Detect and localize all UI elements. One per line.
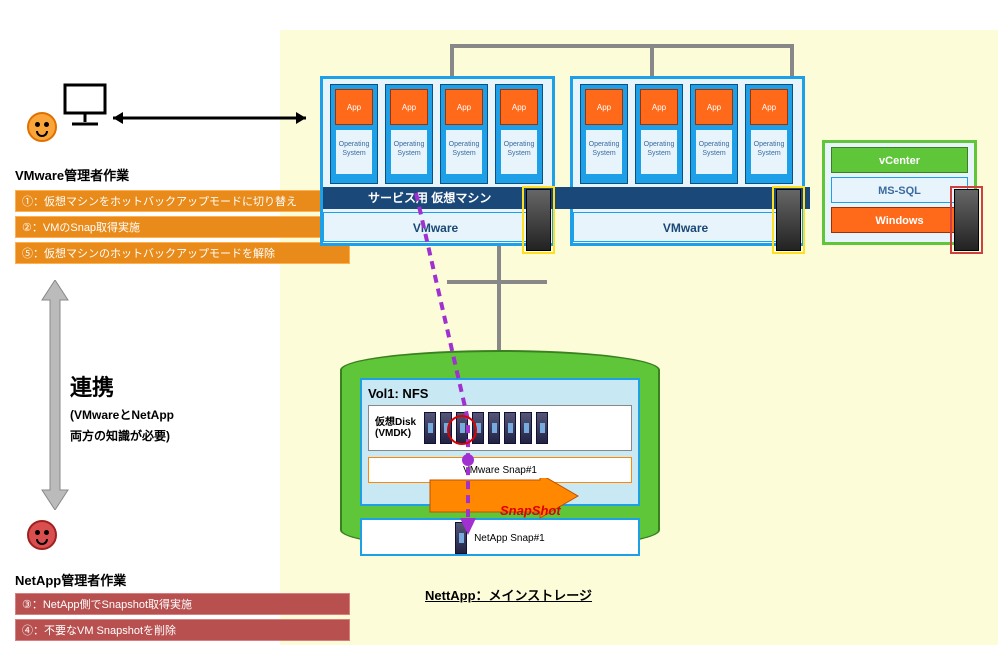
cooperation-arrow [40, 280, 70, 515]
task-2: ②：VMのSnap取得実施 [15, 216, 350, 238]
disk-icon [504, 412, 516, 444]
disk-icon [536, 412, 548, 444]
cooperation-sub2: 両方の知識が必要) [70, 427, 174, 444]
server-icon [526, 189, 551, 251]
admin-arrow [58, 108, 308, 143]
task-1: ①：仮想マシンをホットバックアップモードに切り替え [15, 190, 350, 212]
bus-line [790, 44, 794, 76]
netapp-admin-icon [27, 520, 57, 550]
vm: AppOperatingSystem [495, 84, 543, 184]
vmware-admin-label: VMware管理者作業 [15, 165, 129, 184]
vcenter-label: vCenter [831, 147, 968, 173]
dashed-arrow [413, 190, 493, 555]
server-icon [954, 189, 979, 251]
bus-line [450, 44, 454, 76]
task-5: ⑤：仮想マシンのホットバックアップモードを解除 [15, 242, 350, 264]
vm: AppOperatingSystem [385, 84, 433, 184]
bus-line [450, 44, 790, 48]
vm: AppOperatingSystem [745, 84, 793, 184]
storage-label: NettApp：メインストレージ [425, 585, 592, 604]
task-3: ③：NetApp側でSnapshot取得実施 [15, 593, 350, 615]
mssql-label: MS-SQL [831, 177, 968, 203]
bus-line [650, 44, 654, 76]
cooperation-main: 連携 [70, 370, 174, 402]
cooperation-label: 連携 (VMwareとNetApp 両方の知識が必要) [70, 370, 174, 444]
vm: AppOperatingSystem [330, 84, 378, 184]
server-icon [776, 189, 801, 251]
vmdk-box: 仮想Disk(VMDK) [368, 405, 632, 451]
vm: AppOperatingSystem [690, 84, 738, 184]
task-4: ④：不要なVM Snapshotを削除 [15, 619, 350, 641]
cooperation-sub1: (VMwareとNetApp [70, 406, 174, 423]
netapp-admin-label: NetApp管理者作業 [15, 570, 126, 589]
vmware-admin-icon [27, 112, 57, 142]
red-circle-highlight [447, 415, 477, 445]
windows-label: Windows [831, 207, 968, 233]
vmware-bar-2: VMware [573, 212, 798, 242]
vm: AppOperatingSystem [440, 84, 488, 184]
disk-icon [520, 412, 532, 444]
volume-title: Vol1: NFS [368, 386, 632, 401]
snapshot-label: SnapShot [500, 503, 561, 518]
service-vm-bar: サービス用 仮想マシン [323, 187, 810, 209]
vm: AppOperatingSystem [580, 84, 628, 184]
vm: AppOperatingSystem [635, 84, 683, 184]
bus-line [497, 246, 501, 350]
